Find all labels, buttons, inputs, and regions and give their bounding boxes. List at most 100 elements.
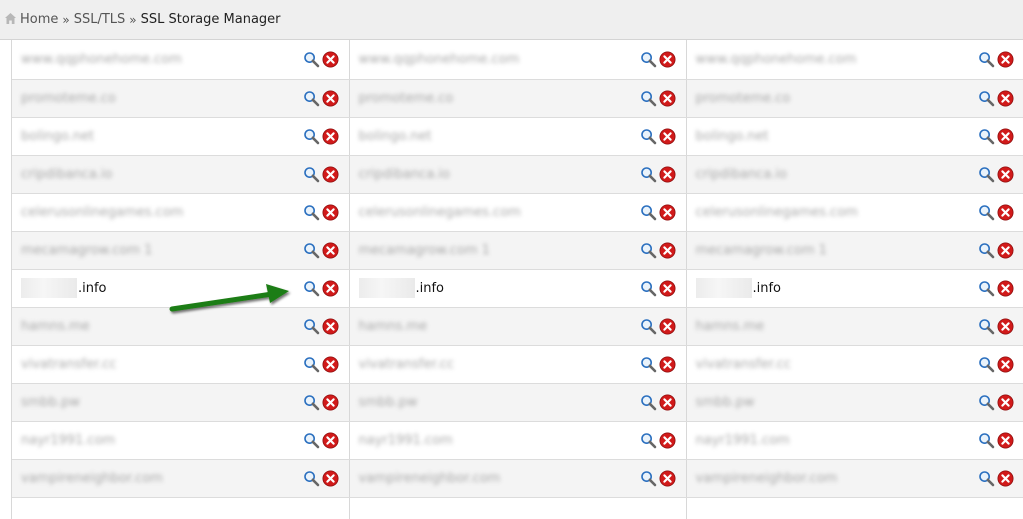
delete-icon[interactable] xyxy=(997,432,1014,449)
delete-icon[interactable] xyxy=(322,280,339,297)
row-actions xyxy=(303,356,339,373)
certificate-cell: vampireneighbor.com xyxy=(349,459,687,498)
magnifier-icon[interactable] xyxy=(303,166,320,183)
table-row: smbb.pw smbb.pw smbb.pw xyxy=(12,383,1023,422)
magnifier-icon[interactable] xyxy=(978,51,995,68)
delete-icon[interactable] xyxy=(659,242,676,259)
domain-name: smbb.pw xyxy=(695,394,755,410)
certificate-cell: celerusonlinegames.com xyxy=(12,193,350,232)
delete-icon[interactable] xyxy=(322,432,339,449)
delete-icon[interactable] xyxy=(322,128,339,145)
delete-icon[interactable] xyxy=(322,470,339,487)
cell-content: nayr1991.com xyxy=(12,422,349,459)
cell-content: .info xyxy=(350,270,686,307)
magnifier-icon[interactable] xyxy=(640,432,657,449)
domain-name: .info xyxy=(21,278,303,298)
magnifier-icon[interactable] xyxy=(978,128,995,145)
magnifier-icon[interactable] xyxy=(640,90,657,107)
magnifier-icon[interactable] xyxy=(978,432,995,449)
domain-name: hamns.me xyxy=(695,318,765,334)
delete-icon[interactable] xyxy=(322,166,339,183)
delete-icon[interactable] xyxy=(322,318,339,335)
magnifier-icon[interactable] xyxy=(978,242,995,259)
magnifier-icon[interactable] xyxy=(978,470,995,487)
cell-content: cripdibanca.io xyxy=(687,156,1023,193)
delete-icon[interactable] xyxy=(997,318,1014,335)
magnifier-icon[interactable] xyxy=(303,128,320,145)
magnifier-icon[interactable] xyxy=(978,166,995,183)
magnifier-icon[interactable] xyxy=(640,280,657,297)
magnifier-icon[interactable] xyxy=(640,166,657,183)
magnifier-icon[interactable] xyxy=(640,356,657,373)
magnifier-icon[interactable] xyxy=(303,242,320,259)
delete-icon[interactable] xyxy=(322,204,339,221)
breadcrumb-home-link[interactable]: Home xyxy=(20,12,58,27)
magnifier-icon[interactable] xyxy=(978,318,995,335)
delete-icon[interactable] xyxy=(997,470,1014,487)
domain-suffix: .info xyxy=(78,280,107,296)
delete-icon[interactable] xyxy=(659,432,676,449)
cell-content: mecamagrow.com 1 xyxy=(12,232,349,269)
row-actions xyxy=(978,128,1014,145)
certificate-cell: www.qqphonehome.com xyxy=(12,40,350,80)
magnifier-icon[interactable] xyxy=(303,318,320,335)
delete-icon[interactable] xyxy=(659,90,676,107)
magnifier-icon[interactable] xyxy=(978,90,995,107)
magnifier-icon[interactable] xyxy=(303,394,320,411)
row-actions xyxy=(303,128,339,145)
delete-icon[interactable] xyxy=(322,394,339,411)
delete-icon[interactable] xyxy=(997,90,1014,107)
domain-name: vivatransfer.cc xyxy=(695,356,792,372)
magnifier-icon[interactable] xyxy=(978,394,995,411)
delete-icon[interactable] xyxy=(322,356,339,373)
magnifier-icon[interactable] xyxy=(303,356,320,373)
magnifier-icon[interactable] xyxy=(303,204,320,221)
magnifier-icon[interactable] xyxy=(640,318,657,335)
breadcrumb-separator: » xyxy=(62,12,70,27)
domain-name: vampireneighbor.com xyxy=(21,470,163,486)
delete-icon[interactable] xyxy=(322,51,339,68)
delete-icon[interactable] xyxy=(997,356,1014,373)
delete-icon[interactable] xyxy=(659,128,676,145)
magnifier-icon[interactable] xyxy=(978,204,995,221)
table-row: mecamagrow.com 1 mecamagrow.com 1 mecamagr… xyxy=(12,231,1023,270)
magnifier-icon[interactable] xyxy=(978,280,995,297)
magnifier-icon[interactable] xyxy=(640,470,657,487)
magnifier-icon[interactable] xyxy=(640,51,657,68)
delete-icon[interactable] xyxy=(659,394,676,411)
delete-icon[interactable] xyxy=(997,204,1014,221)
delete-icon[interactable] xyxy=(997,128,1014,145)
delete-icon[interactable] xyxy=(997,166,1014,183)
delete-icon[interactable] xyxy=(322,242,339,259)
delete-icon[interactable] xyxy=(322,90,339,107)
magnifier-icon[interactable] xyxy=(303,90,320,107)
delete-icon[interactable] xyxy=(659,280,676,297)
delete-icon[interactable] xyxy=(659,318,676,335)
delete-icon[interactable] xyxy=(659,204,676,221)
magnifier-icon[interactable] xyxy=(640,204,657,221)
delete-icon[interactable] xyxy=(997,280,1014,297)
domain-name: .info xyxy=(358,278,640,298)
magnifier-icon[interactable] xyxy=(640,394,657,411)
delete-icon[interactable] xyxy=(997,394,1014,411)
magnifier-icon[interactable] xyxy=(303,280,320,297)
home-icon[interactable] xyxy=(4,12,17,25)
magnifier-icon[interactable] xyxy=(303,432,320,449)
delete-icon[interactable] xyxy=(659,166,676,183)
magnifier-icon[interactable] xyxy=(640,128,657,145)
delete-icon[interactable] xyxy=(659,51,676,68)
cell-content: vampireneighbor.com xyxy=(687,460,1023,497)
certificate-cell: www.qqphonehome.com xyxy=(349,40,687,80)
delete-icon[interactable] xyxy=(659,356,676,373)
cell-content: nayr1991.com xyxy=(687,422,1023,459)
magnifier-icon[interactable] xyxy=(978,356,995,373)
certificate-cell xyxy=(349,497,687,519)
magnifier-icon[interactable] xyxy=(640,242,657,259)
delete-icon[interactable] xyxy=(997,51,1014,68)
page-title: SSL Storage Manager xyxy=(140,12,281,27)
delete-icon[interactable] xyxy=(659,470,676,487)
magnifier-icon[interactable] xyxy=(303,51,320,68)
magnifier-icon[interactable] xyxy=(303,470,320,487)
breadcrumb-ssl-tls-link[interactable]: SSL/TLS xyxy=(74,12,126,27)
delete-icon[interactable] xyxy=(997,242,1014,259)
